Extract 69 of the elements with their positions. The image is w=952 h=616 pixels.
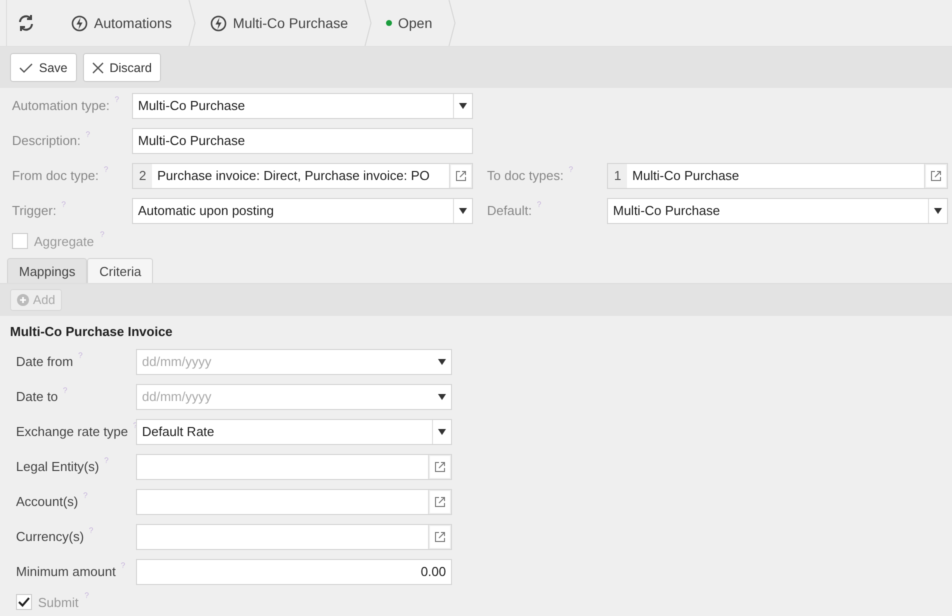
caret-icon	[438, 394, 446, 400]
dropdown-field[interactable]: Automatic upon posting	[132, 198, 473, 224]
close-icon	[92, 62, 104, 74]
external-link-icon	[434, 460, 446, 472]
external-link-icon	[455, 170, 467, 182]
field-label: Description:	[12, 133, 81, 148]
caret-icon	[459, 102, 467, 108]
lookup-field[interactable]	[136, 488, 452, 514]
dropdown-field[interactable]: Multi-Co Purchase	[607, 198, 948, 224]
dropdown-field[interactable]: Default Rate	[136, 418, 452, 444]
number-field[interactable]: 0.00	[136, 558, 452, 584]
external-link-icon	[434, 530, 446, 542]
field-label: Minimum amount	[16, 564, 116, 579]
help-mark[interactable]: ?	[83, 491, 88, 500]
help-mark[interactable]: ?	[114, 95, 120, 104]
field-label: From doc type:	[12, 168, 99, 183]
tab[interactable]: Mappings	[7, 258, 88, 283]
field-label: Default:	[487, 203, 532, 218]
field-label: Account(s)	[16, 494, 78, 509]
refresh-icon[interactable]	[17, 14, 35, 32]
field-label: Legal Entity(s)	[16, 459, 100, 474]
status-label: Open	[398, 15, 432, 31]
field-label: Automation type:	[12, 98, 110, 113]
plus-icon	[17, 294, 29, 306]
help-mark[interactable]: ?	[61, 200, 66, 209]
lightning-icon	[71, 14, 88, 32]
lookup-field[interactable]: 1 Multi-Co Purchase	[607, 162, 948, 188]
help-mark[interactable]: ?	[568, 165, 574, 174]
field-label: Date from	[16, 354, 74, 369]
discard-button[interactable]: Discard	[82, 53, 161, 82]
date-field[interactable]: dd/mm/yyyy	[136, 348, 452, 374]
field-label: Currency(s)	[16, 529, 84, 544]
help-mark[interactable]: ?	[104, 165, 108, 174]
field-label: Date to	[16, 389, 58, 404]
help-mark[interactable]: ?	[86, 130, 90, 139]
date-field[interactable]: dd/mm/yyyy	[136, 384, 452, 410]
field-label: Exchange rate type	[16, 424, 128, 439]
text-field[interactable]: Multi-Co Purchase	[132, 128, 473, 154]
lookup-field[interactable]: 2 Purchase invoice: Direct, Purchase invoice: PO	[132, 162, 473, 188]
checkbox[interactable]	[16, 594, 32, 610]
field-label: Trigger:	[12, 203, 56, 218]
save-button[interactable]: Save	[10, 53, 76, 82]
caret-icon	[934, 208, 942, 214]
caret-icon	[438, 428, 446, 434]
help-mark[interactable]: ?	[84, 591, 89, 600]
external-link-icon	[434, 496, 446, 508]
checkbox-label: Submit	[38, 594, 78, 610]
breadcrumb-link[interactable]: Automations	[71, 14, 172, 32]
help-mark[interactable]: ?	[104, 456, 109, 465]
field-label: To doc types:	[487, 168, 564, 183]
section-title: Multi-Co Purchase Invoice	[10, 324, 173, 340]
dropdown-field[interactable]: Multi-Co Purchase	[132, 92, 473, 118]
help-mark[interactable]: ?	[536, 200, 542, 209]
help-mark[interactable]: ?	[62, 386, 68, 395]
lookup-field[interactable]	[136, 454, 452, 480]
tab[interactable]: Criteria	[87, 258, 154, 283]
breadcrumb-link[interactable]: Multi-Co Purchase	[210, 14, 348, 32]
caret-icon	[438, 358, 446, 364]
checkbox[interactable]	[12, 233, 28, 249]
help-mark[interactable]: ?	[100, 230, 104, 239]
help-mark[interactable]: ?	[78, 351, 83, 360]
lookup-field[interactable]	[136, 524, 452, 550]
checkbox-label: Aggregate	[34, 234, 94, 248]
help-mark[interactable]: ?	[120, 561, 126, 570]
external-link-icon	[930, 170, 942, 182]
lightning-icon	[210, 14, 227, 32]
caret-icon	[459, 208, 467, 214]
help-mark[interactable]: ?	[88, 526, 94, 535]
check-icon	[19, 62, 33, 74]
